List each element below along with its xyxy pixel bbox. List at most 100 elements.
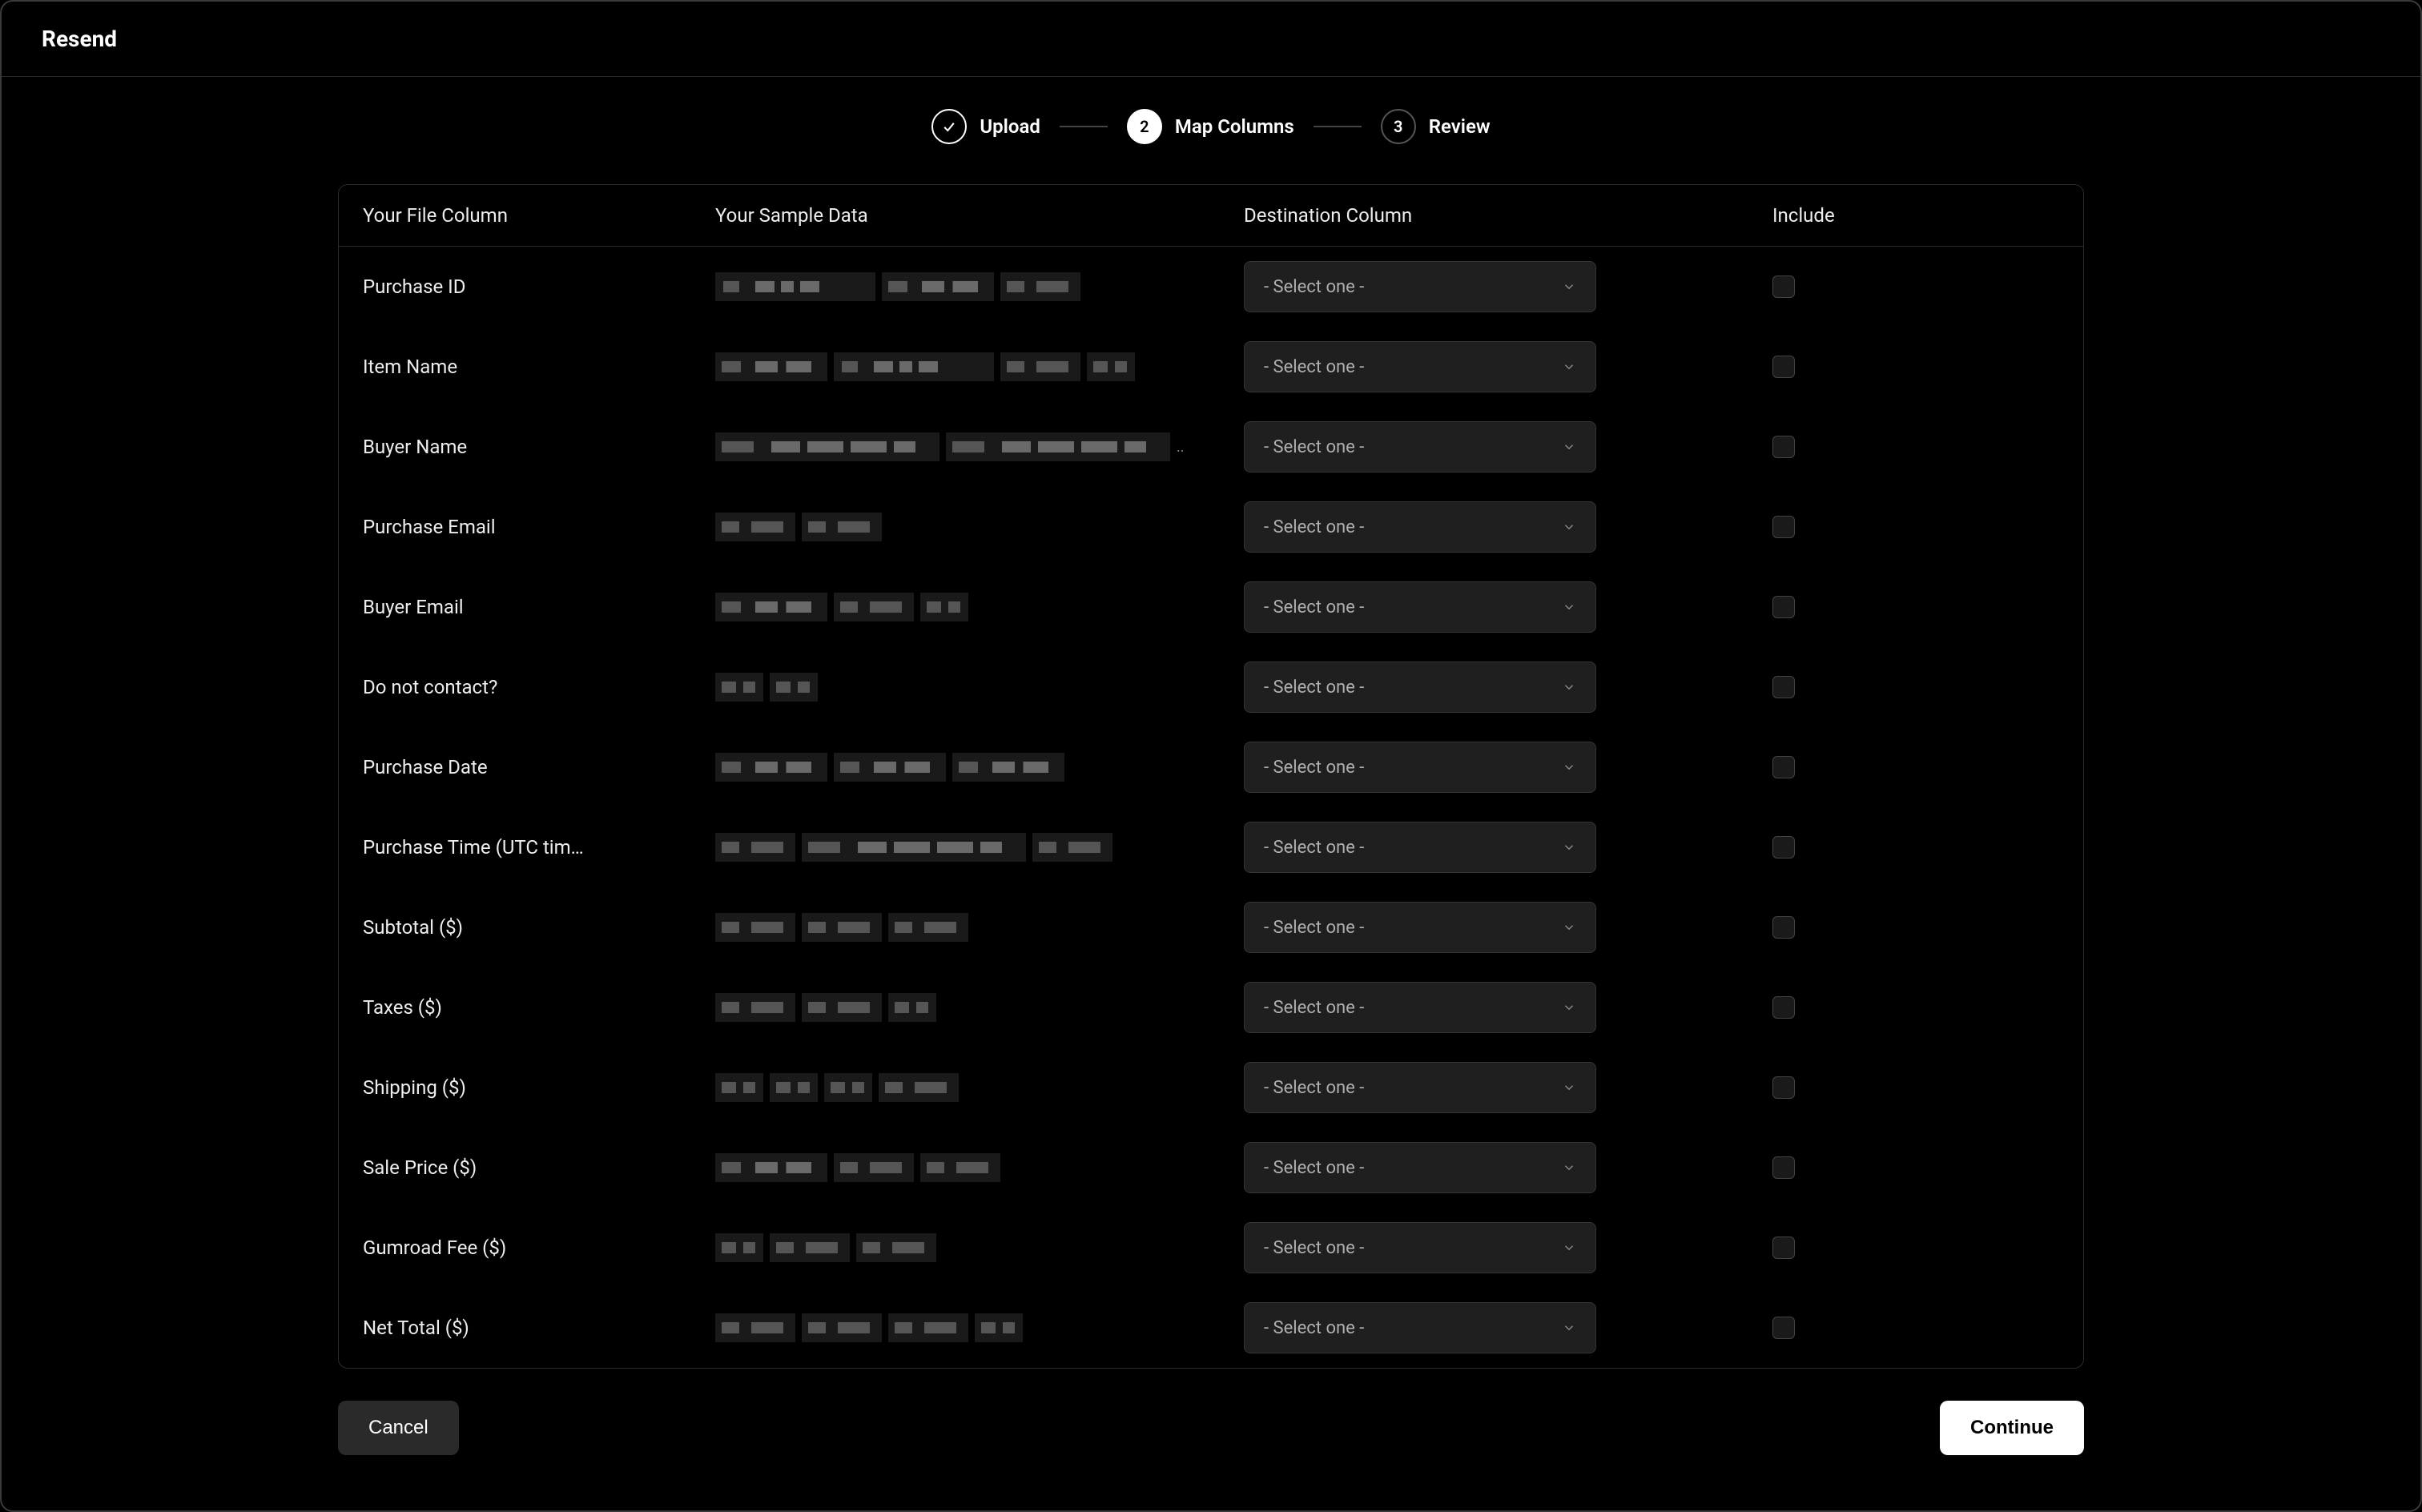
redacted-sample bbox=[882, 272, 994, 301]
redacted-sample bbox=[834, 1153, 914, 1182]
include-checkbox[interactable] bbox=[1772, 836, 1795, 859]
include-checkbox[interactable] bbox=[1772, 916, 1795, 939]
include-cell bbox=[1772, 516, 2059, 538]
include-checkbox[interactable] bbox=[1772, 356, 1795, 378]
redacted-sample bbox=[920, 1153, 1000, 1182]
destination-select[interactable]: - Select one - bbox=[1244, 662, 1596, 713]
file-column-name: Item Name bbox=[363, 356, 715, 378]
cancel-button[interactable]: Cancel bbox=[338, 1401, 459, 1455]
header-include: Include bbox=[1772, 204, 2059, 227]
destination-select[interactable]: - Select one - bbox=[1244, 1222, 1596, 1273]
table-header-row: Your File Column Your Sample Data Destin… bbox=[339, 185, 2083, 247]
select-placeholder: - Select one - bbox=[1264, 1158, 1364, 1178]
destination-select[interactable]: - Select one - bbox=[1244, 1062, 1596, 1113]
file-column-name: Subtotal ($) bbox=[363, 916, 715, 939]
destination-cell: - Select one - bbox=[1244, 902, 1772, 953]
sample-data-cell bbox=[715, 352, 1244, 381]
sample-data-cell bbox=[715, 1313, 1244, 1342]
include-checkbox[interactable] bbox=[1772, 1156, 1795, 1179]
destination-select[interactable]: - Select one - bbox=[1244, 341, 1596, 392]
include-checkbox[interactable] bbox=[1772, 436, 1795, 458]
select-placeholder: - Select one - bbox=[1264, 357, 1364, 377]
table-row: Buyer Name..- Select one - bbox=[339, 407, 2083, 487]
modal-content: Upload 2 Map Columns 3 Review Your File … bbox=[2, 77, 2420, 1510]
modal-footer: Cancel Continue bbox=[338, 1401, 2084, 1495]
redacted-sample bbox=[1087, 352, 1135, 381]
redacted-sample bbox=[715, 913, 795, 942]
redacted-sample bbox=[802, 913, 882, 942]
destination-select[interactable]: - Select one - bbox=[1244, 1142, 1596, 1193]
destination-select[interactable]: - Select one - bbox=[1244, 421, 1596, 472]
redacted-sample bbox=[715, 993, 795, 1022]
table-row: Purchase Date - Select one - bbox=[339, 727, 2083, 807]
select-placeholder: - Select one - bbox=[1264, 597, 1364, 617]
select-placeholder: - Select one - bbox=[1264, 517, 1364, 537]
include-checkbox[interactable] bbox=[1772, 1076, 1795, 1099]
redacted-sample bbox=[715, 1313, 795, 1342]
redacted-sample bbox=[802, 833, 1026, 862]
step-label: Map Columns bbox=[1175, 115, 1294, 138]
redacted-sample bbox=[802, 993, 882, 1022]
destination-select[interactable]: - Select one - bbox=[1244, 501, 1596, 553]
destination-cell: - Select one - bbox=[1244, 742, 1772, 793]
redacted-sample bbox=[770, 673, 818, 702]
destination-select[interactable]: - Select one - bbox=[1244, 1302, 1596, 1353]
table-row: Item Name - Select one - bbox=[339, 327, 2083, 407]
include-checkbox[interactable] bbox=[1772, 275, 1795, 298]
include-cell bbox=[1772, 596, 2059, 618]
sample-data-cell bbox=[715, 993, 1244, 1022]
redacted-sample bbox=[975, 1313, 1023, 1342]
destination-cell: - Select one - bbox=[1244, 261, 1772, 312]
include-checkbox[interactable] bbox=[1772, 676, 1795, 698]
select-placeholder: - Select one - bbox=[1264, 678, 1364, 698]
table-row: Gumroad Fee ($)- Select one - bbox=[339, 1208, 2083, 1288]
destination-select[interactable]: - Select one - bbox=[1244, 742, 1596, 793]
redacted-sample bbox=[770, 1073, 818, 1102]
destination-select[interactable]: - Select one - bbox=[1244, 581, 1596, 633]
destination-cell: - Select one - bbox=[1244, 421, 1772, 472]
destination-select[interactable]: - Select one - bbox=[1244, 902, 1596, 953]
file-column-name: Sale Price ($) bbox=[363, 1156, 715, 1179]
redacted-sample bbox=[715, 593, 827, 621]
table-row: Net Total ($)- Select one - bbox=[339, 1288, 2083, 1368]
destination-cell: - Select one - bbox=[1244, 982, 1772, 1033]
step-review: 3 Review bbox=[1381, 109, 1491, 144]
continue-button[interactable]: Continue bbox=[1940, 1401, 2084, 1455]
chevron-down-icon bbox=[1562, 760, 1576, 774]
include-checkbox[interactable] bbox=[1772, 596, 1795, 618]
destination-select[interactable]: - Select one - bbox=[1244, 822, 1596, 873]
include-checkbox[interactable] bbox=[1772, 996, 1795, 1019]
include-checkbox[interactable] bbox=[1772, 516, 1795, 538]
include-checkbox[interactable] bbox=[1772, 1317, 1795, 1339]
redacted-sample bbox=[715, 753, 827, 782]
include-cell bbox=[1772, 1156, 2059, 1179]
sample-data-cell bbox=[715, 1153, 1244, 1182]
select-placeholder: - Select one - bbox=[1264, 1078, 1364, 1098]
file-column-name: Purchase Time (UTC tim… bbox=[363, 836, 715, 859]
include-checkbox[interactable] bbox=[1772, 756, 1795, 778]
destination-select[interactable]: - Select one - bbox=[1244, 982, 1596, 1033]
destination-select[interactable]: - Select one - bbox=[1244, 261, 1596, 312]
destination-cell: - Select one - bbox=[1244, 341, 1772, 392]
include-cell bbox=[1772, 1076, 2059, 1099]
table-row: Do not contact?- Select one - bbox=[339, 647, 2083, 727]
step-circle-completed bbox=[931, 109, 967, 144]
destination-cell: - Select one - bbox=[1244, 662, 1772, 713]
table-row: Purchase Email - Select one - bbox=[339, 487, 2083, 567]
step-connector bbox=[1060, 126, 1108, 127]
redacted-sample bbox=[952, 753, 1064, 782]
header-destination: Destination Column bbox=[1244, 204, 1772, 227]
redacted-sample bbox=[888, 913, 968, 942]
file-column-name: Taxes ($) bbox=[363, 996, 715, 1019]
file-column-name: Purchase Date bbox=[363, 756, 715, 778]
modal-header: Resend bbox=[2, 2, 2420, 77]
redacted-sample bbox=[834, 352, 994, 381]
sample-data-cell bbox=[715, 1073, 1244, 1102]
include-cell bbox=[1772, 1317, 2059, 1339]
table-body: Purchase ID- Select one -Item Name- Sele… bbox=[339, 247, 2083, 1368]
file-column-name: Purchase Email bbox=[363, 516, 715, 538]
include-checkbox[interactable] bbox=[1772, 1237, 1795, 1259]
redacted-sample bbox=[834, 753, 946, 782]
destination-cell: - Select one - bbox=[1244, 581, 1772, 633]
select-placeholder: - Select one - bbox=[1264, 758, 1364, 778]
